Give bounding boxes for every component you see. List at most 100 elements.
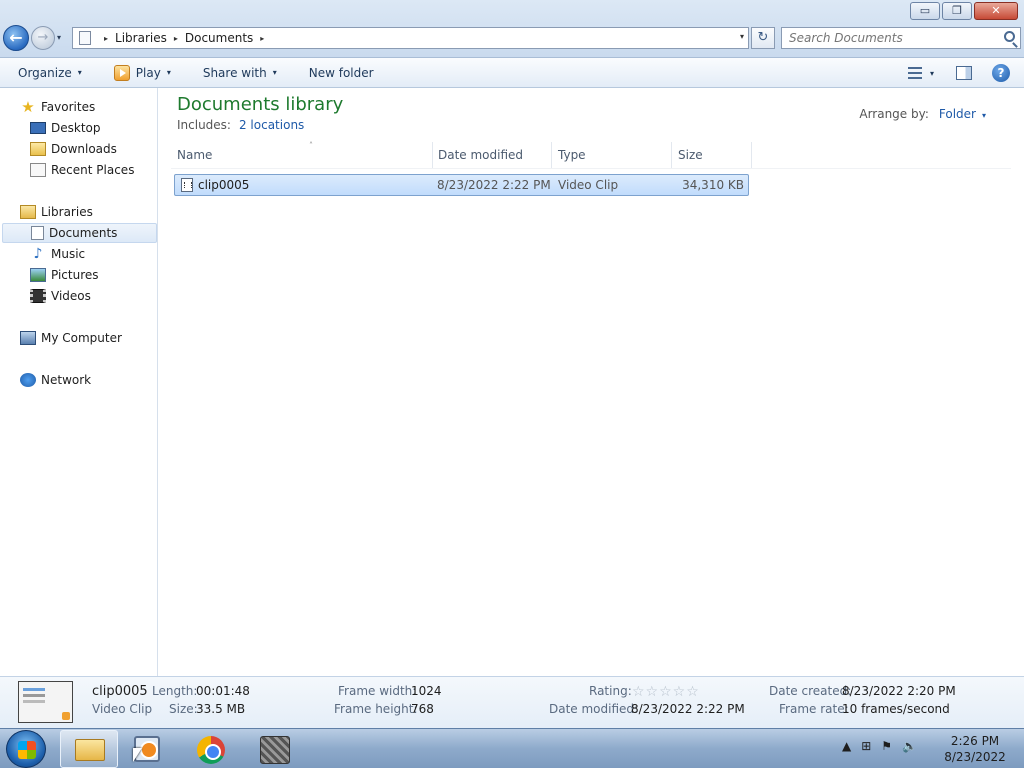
sidebar-item-libraries[interactable]: Libraries (20, 202, 93, 222)
details-pane: clip0005 Video Clip Length: 00:01:48 Siz… (0, 676, 1024, 728)
frame-rate-label: Frame rate: (779, 702, 849, 716)
column-header-name[interactable]: ˄ Name (171, 141, 433, 168)
new-folder-button[interactable]: New folder (309, 66, 374, 80)
locations-link[interactable]: 2 locations (239, 118, 304, 132)
search-icon[interactable] (1004, 31, 1015, 42)
help-icon[interactable]: ? (992, 64, 1010, 82)
volume-icon[interactable]: 🔈 (902, 739, 917, 753)
organize-label: Organize (18, 65, 72, 80)
computer-icon (20, 331, 36, 345)
network-status-icon[interactable]: ⊞ (861, 739, 871, 753)
sidebar-item-label: Libraries (41, 205, 93, 219)
video-thumbnail (18, 681, 73, 723)
column-header-date-modified[interactable]: Date modified (432, 142, 552, 168)
column-header-type[interactable]: Type (552, 142, 672, 168)
recent-pages-dropdown[interactable]: ▾ (57, 33, 61, 42)
refresh-icon: ↻ (757, 30, 769, 45)
show-hidden-icons-icon[interactable]: ▲ (842, 739, 851, 753)
file-type: Video Clip (558, 178, 619, 192)
sidebar-item-desktop[interactable]: Desktop (30, 118, 101, 138)
minimize-button[interactable]: ▭ (910, 2, 940, 20)
taskbar-explorer-button[interactable] (60, 730, 118, 768)
pictures-icon (30, 268, 46, 282)
taskbar-media-player-button[interactable] (122, 730, 180, 768)
organize-button[interactable]: Organize ▾ (18, 66, 82, 80)
taskbar-camera-app-button[interactable] (246, 730, 304, 768)
clock-date: 8/23/2022 (944, 750, 1006, 764)
clock[interactable]: 2:26 PM 8/23/2022 (940, 733, 1010, 765)
close-button[interactable]: ✕ (974, 2, 1018, 20)
start-button[interactable] (6, 730, 46, 768)
date-modified-value: 8/23/2022 2:22 PM (631, 702, 745, 716)
sidebar-item-music[interactable]: ♪ Music (30, 244, 86, 264)
file-size: 34,310 KB (682, 178, 744, 192)
sidebar-item-downloads[interactable]: Downloads (30, 139, 117, 159)
views-dropdown-icon[interactable]: ▾ (930, 69, 934, 78)
breadcrumb-separator-icon[interactable]: ▸ (260, 34, 264, 43)
chevron-down-icon: ▾ (77, 68, 82, 77)
sidebar-item-pictures[interactable]: Pictures (30, 265, 99, 285)
taskbar-chrome-button[interactable] (182, 730, 240, 768)
play-label: Play (135, 65, 161, 80)
preview-pane-icon[interactable] (956, 66, 972, 80)
rating-stars[interactable]: ☆☆☆☆☆ (632, 684, 700, 700)
sidebar-item-label: My Computer (41, 331, 122, 345)
breadcrumb-separator-icon[interactable]: ▸ (104, 34, 108, 43)
system-tray: ▲ ⊞ ⚑ 🔈 (842, 739, 927, 753)
length-label: Length: (152, 684, 198, 698)
share-with-label: Share with (202, 65, 267, 80)
sidebar-item-favorites[interactable]: ★ Favorites (20, 97, 95, 117)
sidebar-item-my-computer[interactable]: My Computer (20, 328, 122, 348)
sidebar-item-documents[interactable]: Documents (2, 223, 157, 243)
clock-time: 2:26 PM (950, 734, 1000, 748)
document-icon (31, 226, 44, 240)
includes-label: Includes: (177, 118, 231, 132)
forward-button[interactable]: → (31, 26, 55, 50)
chevron-down-icon: ▾ (272, 68, 277, 77)
column-header-label: Size (678, 148, 703, 162)
refresh-button[interactable]: ↻ (751, 27, 775, 49)
table-row[interactable]: clip0005 8/23/2022 2:22 PM Video Clip 34… (174, 174, 749, 196)
breadcrumb-separator-icon[interactable]: ▸ (174, 34, 178, 43)
chevron-down-icon[interactable]: ▾ (982, 111, 986, 120)
sidebar-item-label: Music (51, 247, 86, 261)
chevron-down-icon: ▾ (166, 68, 171, 77)
library-includes: Includes: 2 locations (177, 118, 304, 132)
new-folder-label: New folder (308, 65, 374, 80)
search-input[interactable] (782, 28, 992, 48)
breadcrumb-documents[interactable]: Documents (185, 31, 253, 45)
breadcrumb-libraries[interactable]: Libraries (115, 31, 167, 45)
share-with-button[interactable]: Share with ▾ (203, 66, 277, 80)
libraries-icon (20, 205, 36, 219)
chrome-icon (197, 736, 225, 764)
file-list-area[interactable]: Documents library Includes: 2 locations A… (159, 88, 1024, 676)
taskbar: ▲ ⊞ ⚑ 🔈 2:26 PM 8/23/2022 (0, 728, 1024, 768)
address-bar[interactable]: ▸ Libraries ▸ Documents ▸ ▾ (72, 27, 749, 49)
search-box[interactable] (781, 27, 1021, 49)
folder-icon (75, 739, 105, 761)
action-center-icon[interactable]: ⚑ (881, 739, 892, 753)
page-title: Documents library (177, 94, 344, 115)
maximize-button[interactable]: ❐ (942, 2, 972, 20)
length-value: 00:01:48 (196, 684, 250, 698)
back-arrow-icon: ← (9, 28, 23, 47)
sidebar-item-recent-places[interactable]: Recent Places (30, 160, 134, 180)
column-header-size[interactable]: Size (672, 142, 752, 168)
back-button[interactable]: ← (3, 25, 29, 51)
sidebar-item-label: Downloads (51, 142, 117, 156)
sidebar-item-videos[interactable]: Videos (30, 286, 91, 306)
window-titlebar: ▭ ❐ ✕ ← → ▾ ▸ Libraries ▸ Documents ▸ ▾ … (0, 0, 1024, 58)
arrange-by-dropdown[interactable]: Folder (939, 107, 976, 121)
date-modified-label: Date modified: (549, 702, 639, 716)
change-view-icon[interactable] (907, 67, 922, 79)
file-date-modified: 8/23/2022 2:22 PM (437, 178, 551, 192)
play-button[interactable]: Play ▾ (113, 64, 171, 81)
star-icon: ★ (21, 98, 35, 116)
sidebar-item-network[interactable]: Network (20, 370, 91, 390)
size-label: Size: (169, 702, 198, 716)
address-dropdown-icon[interactable]: ▾ (740, 32, 744, 41)
command-bar: Organize ▾ Play ▾ Share with ▾ New folde… (0, 58, 1024, 88)
arrange-by: Arrange by: Folder ▾ (859, 107, 986, 121)
windows-logo-icon (18, 741, 36, 759)
frame-width-label: Frame width: (338, 684, 417, 698)
